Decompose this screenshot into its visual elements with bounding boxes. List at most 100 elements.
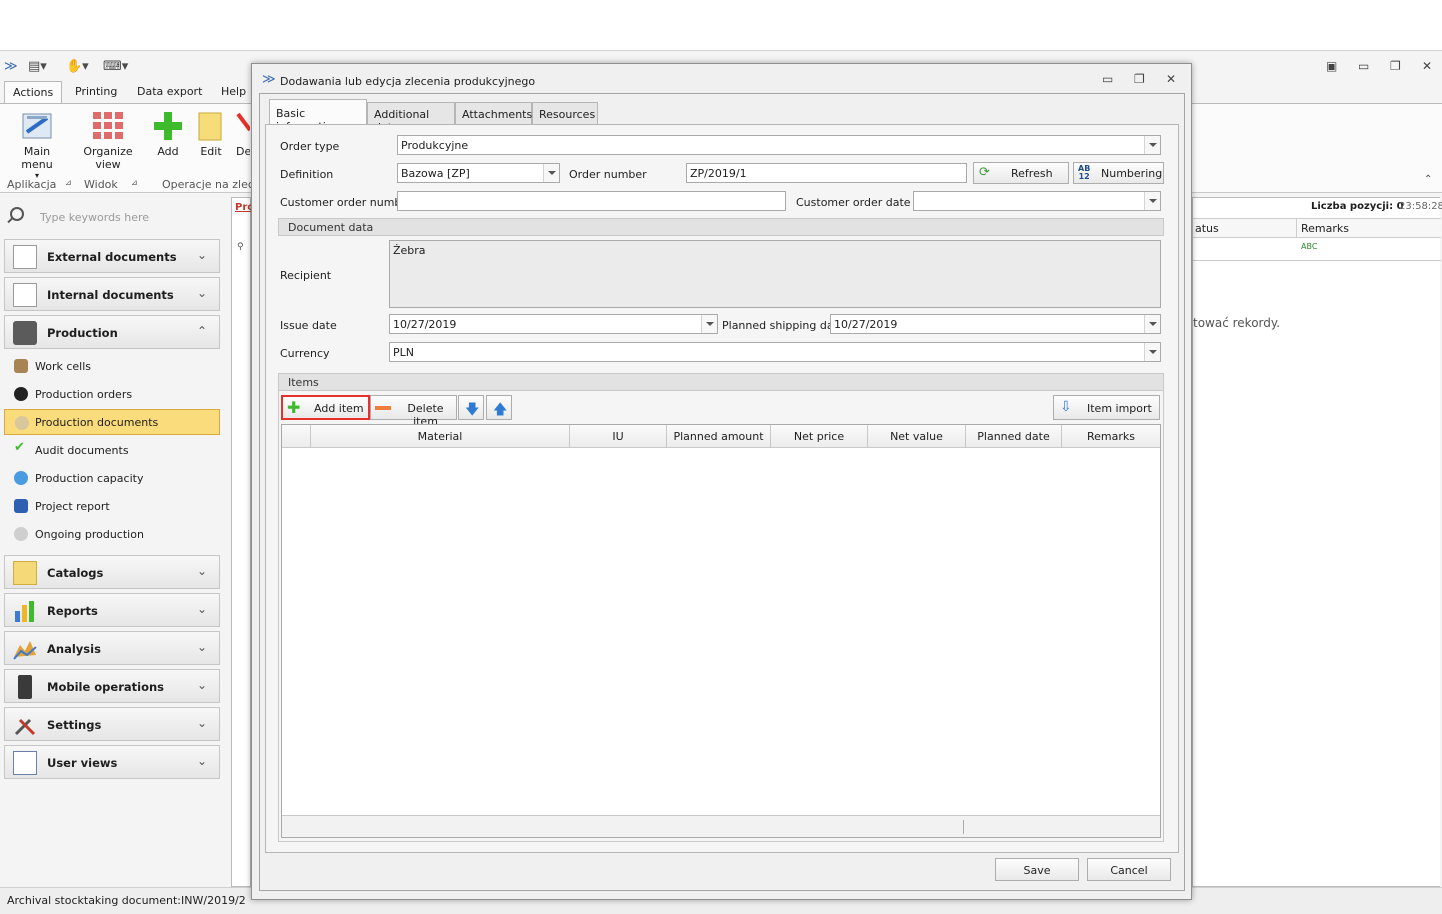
column-net-price[interactable]: Net price [771, 425, 868, 448]
background-grid-header: atus Remarks [1193, 218, 1441, 238]
tab-actions[interactable]: Actions [4, 81, 63, 104]
column-net-value[interactable]: Net value [868, 425, 966, 448]
minimize-icon[interactable]: ▭ [1358, 59, 1369, 73]
gear-icon [14, 527, 28, 541]
main-menu-icon [22, 113, 52, 139]
maximize-icon[interactable]: ❐ [1134, 72, 1145, 86]
save-button[interactable]: Save [995, 858, 1079, 881]
user-views-icon [13, 751, 37, 775]
close-icon[interactable]: ✕ [1166, 72, 1176, 86]
column-remarks[interactable]: Remarks [1301, 222, 1349, 235]
currency-select[interactable]: PLN [389, 342, 1161, 362]
organize-view-icon [93, 112, 123, 139]
recipient-field[interactable]: Żebra [389, 240, 1161, 308]
nav-item-label: Production capacity [35, 472, 144, 485]
nav-item-project-report[interactable]: Project report [4, 493, 220, 519]
add-button[interactable]: Add [150, 110, 186, 172]
organize-view-button[interactable]: Organize view [82, 110, 134, 172]
main-menu-button[interactable]: Main menu ▾ [8, 110, 66, 180]
delete-item-button[interactable]: Delete item [370, 395, 457, 428]
gear-icon [15, 416, 29, 430]
chevron-down-icon[interactable] [1144, 343, 1160, 361]
nav-item-work-cells[interactable]: Work cells [4, 353, 220, 379]
nav-group-mobile-operations[interactable]: Mobile operations ⌄ [4, 669, 220, 703]
filter-icon: ⚲ [237, 242, 244, 252]
ribbon-tabs: Actions Printing Data export Help [0, 81, 250, 104]
minimize-icon[interactable]: ▭ [1102, 72, 1113, 86]
nav-group-internal-documents[interactable]: Internal documents ⌄ [4, 277, 220, 311]
nav-item-audit-documents[interactable]: ✔ Audit documents [4, 437, 220, 463]
tab-data-export[interactable]: Data export [137, 85, 202, 98]
nav-group-catalogs[interactable]: Catalogs ⌄ [4, 555, 220, 589]
maximize-icon[interactable]: ❐ [1390, 59, 1401, 73]
add-item-button[interactable]: ✚ Add item [281, 395, 370, 420]
chevron-down-icon[interactable] [701, 315, 717, 333]
document-data-title: Document data [288, 221, 374, 234]
nav-group-production[interactable]: Production ⌃ [4, 315, 220, 349]
dialog-launcher-icon[interactable]: ⊿ [65, 178, 72, 187]
tab-basic-information[interactable]: Basic information [269, 99, 367, 133]
order-type-value: Produkcyjne [401, 139, 469, 152]
nav-group-reports[interactable]: Reports ⌄ [4, 593, 220, 627]
column-material[interactable]: Material [311, 425, 570, 448]
nav-group-user-views[interactable]: User views ⌄ [4, 745, 220, 779]
nav-search-input[interactable]: Type keywords here [10, 207, 215, 229]
nav-item-production-documents[interactable]: Production documents [4, 409, 220, 435]
definition-select[interactable]: Bazowa [ZP] [397, 163, 560, 183]
hand-icon[interactable]: ✋▾ [66, 59, 89, 74]
column-iu[interactable]: IU [570, 425, 667, 448]
column-remarks[interactable]: Remarks [1062, 425, 1160, 448]
nav-group-settings[interactable]: Settings ⌄ [4, 707, 220, 741]
move-up-button[interactable]: 🡅 [486, 395, 512, 420]
items-grid-footer [282, 815, 1160, 837]
customer-order-number-field[interactable] [397, 191, 786, 211]
column-planned-amount[interactable]: Planned amount [667, 425, 771, 448]
collapse-ribbon-icon[interactable]: ⌃ [1424, 174, 1432, 185]
issue-date-field[interactable]: 10/27/2019 [389, 314, 718, 334]
planned-shipping-date-field[interactable]: 10/27/2019 [830, 314, 1161, 334]
nav-item-label: Production orders [35, 388, 133, 401]
order-type-select[interactable]: Produkcyjne [397, 135, 1161, 155]
delete-button[interactable]: De [236, 110, 250, 172]
tab-resources[interactable]: Resources [532, 102, 598, 125]
dialog-launcher-icon[interactable]: ⊿ [131, 178, 138, 187]
numbering-button[interactable]: AB 12 Numbering [1073, 162, 1164, 184]
tab-additional-data[interactable]: Additional data [367, 102, 455, 134]
refresh-button[interactable]: ⟳ Refresh [973, 162, 1069, 184]
items-grid: Material IU Planned amount Net price Net… [281, 424, 1161, 838]
chevron-down-icon: ⌄ [196, 678, 207, 692]
keyboard-icon[interactable]: ⌨▾ [103, 59, 128, 74]
chevron-down-icon: ⌄ [196, 716, 207, 730]
text-filter-icon[interactable]: ABC [1301, 242, 1317, 251]
tab-help[interactable]: Help [221, 85, 246, 98]
nav-group-label: Mobile operations [47, 680, 164, 694]
edit-button[interactable]: Edit [194, 110, 228, 172]
app-logo-icon[interactable]: ≫ [4, 59, 18, 74]
tab-attachments[interactable]: Attachments [455, 102, 532, 125]
chevron-down-icon[interactable] [1144, 315, 1160, 333]
layout-icon[interactable]: ▤▾ [28, 59, 47, 74]
column-planned-date[interactable]: Planned date [966, 425, 1062, 448]
nav-item-ongoing-production[interactable]: Ongoing production [4, 521, 220, 547]
cancel-button[interactable]: Cancel [1087, 858, 1171, 881]
nav-group-analysis[interactable]: Analysis ⌄ [4, 631, 220, 665]
nav-group-external-documents[interactable]: External documents ⌄ [4, 239, 220, 273]
chevron-down-icon[interactable] [543, 164, 559, 182]
numbering-label: Numbering [1101, 167, 1163, 180]
item-import-button[interactable]: ⇩ Item import [1053, 395, 1160, 420]
order-number-field[interactable]: ZP/2019/1 [686, 163, 967, 183]
move-down-button[interactable]: 🡇 [458, 395, 484, 420]
chevron-down-icon[interactable] [1144, 136, 1160, 154]
chevron-down-icon[interactable] [1144, 192, 1160, 210]
nav-item-production-capacity[interactable]: Production capacity [4, 465, 220, 491]
column-status[interactable]: atus [1195, 222, 1219, 235]
customer-order-date-field[interactable] [913, 191, 1161, 211]
nav-group-label: Analysis [47, 642, 101, 656]
quick-access-toolbar: ≫ ▤▾ ✋▾ ⌨▾ [0, 51, 250, 81]
numbering-icon: AB 12 [1078, 164, 1091, 181]
restore-layout-icon[interactable]: ▣ [1326, 59, 1337, 73]
close-icon[interactable]: ✕ [1422, 59, 1432, 73]
tab-printing[interactable]: Printing [75, 85, 117, 98]
nav-item-production-orders[interactable]: Production orders [4, 381, 220, 407]
background-list-left: Pro ⚲ [231, 197, 254, 887]
